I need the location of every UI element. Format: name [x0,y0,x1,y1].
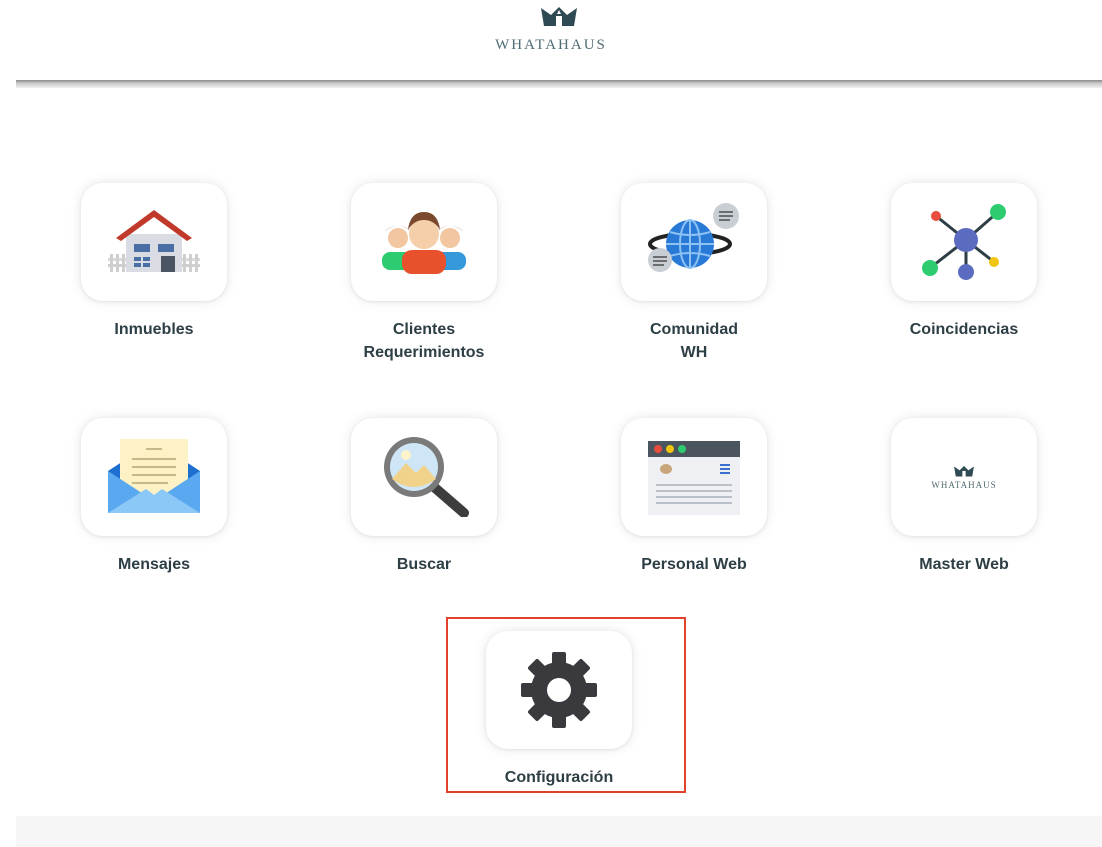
inmuebles-label: Inmuebles [114,321,194,338]
configuracion-tile[interactable] [486,631,632,749]
master-web-tile[interactable]: WHATAHAUS [891,418,1037,536]
personal-web-tile[interactable] [621,418,767,536]
globe-chat-icon [648,203,739,272]
brand-name: WHATAHAUS [495,37,607,53]
crown-logo-icon [954,465,974,476]
app-header: WHATAHAUS [0,0,1102,80]
people-group-icon [382,212,466,274]
footer-band [16,816,1102,847]
master-web-logo-text: WHATAHAUS [931,479,997,490]
personal-web-label: Personal Web [641,556,747,573]
header-divider [16,80,1102,88]
clientes-tile[interactable] [351,183,497,301]
mensajes-tile[interactable] [81,418,227,536]
magnifier-icon [384,437,469,517]
comunidad-tile[interactable] [621,183,767,301]
house-icon [108,210,200,272]
gear-icon [521,652,597,728]
coincidencias-tile[interactable] [891,183,1037,301]
browser-window-icon [648,441,740,515]
network-nodes-icon [922,204,1006,280]
buscar-tile[interactable] [351,418,497,536]
envelope-letter-icon [108,439,200,513]
configuracion-label: Configuración [504,769,614,786]
clientes-label: Clientes Requerimientos [363,321,485,361]
inmuebles-tile[interactable] [81,183,227,301]
mensajes-label: Mensajes [117,556,191,573]
comunidad-label: Comunidad WH [650,321,738,361]
crown-logo-icon [541,7,577,26]
whatahaus-logo-icon: WHATAHAUS [931,465,996,490]
coincidencias-label: Coincidencias [909,321,1019,338]
buscar-label: Buscar [396,556,452,573]
master-web-label: Master Web [919,556,1009,573]
